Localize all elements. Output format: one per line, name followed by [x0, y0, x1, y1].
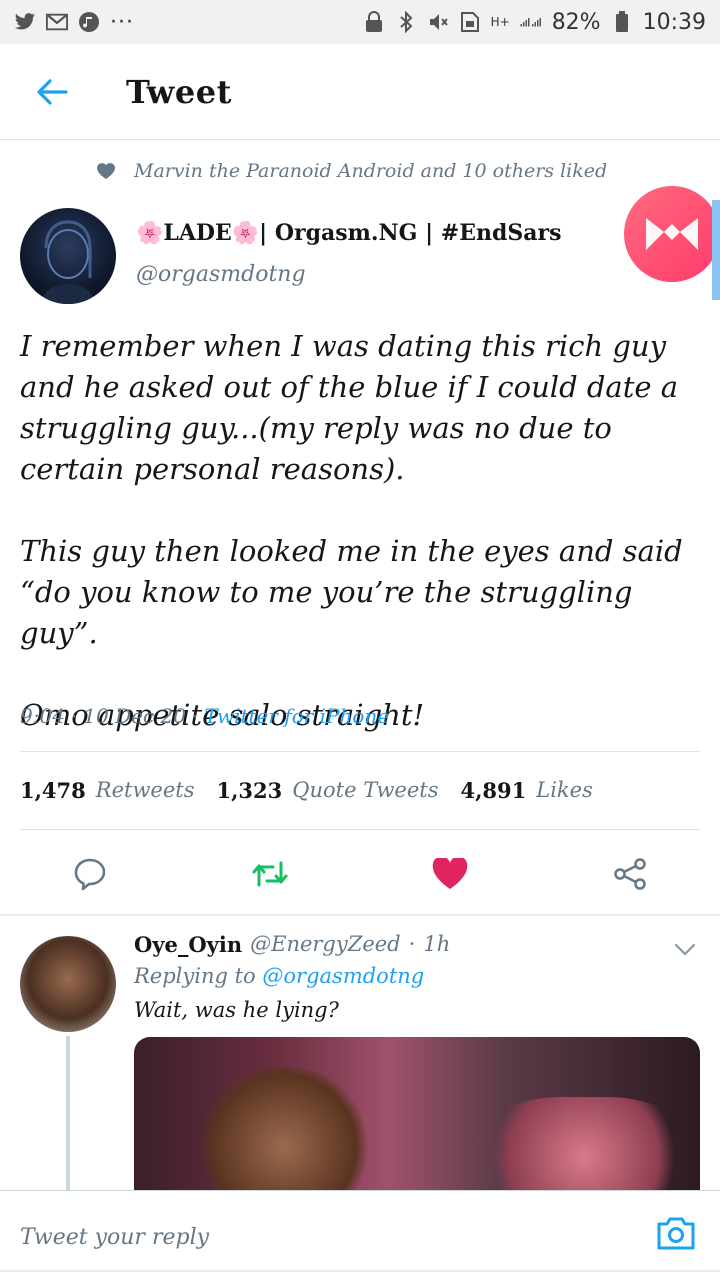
back-arrow-icon — [37, 78, 68, 105]
reply-menu-button[interactable] — [670, 934, 700, 964]
sim-icon — [459, 11, 481, 33]
share-icon — [614, 858, 646, 890]
network-type: H+ — [490, 15, 510, 29]
camera-icon — [657, 1217, 695, 1250]
tweet-date: 10 Dec 20 — [83, 704, 186, 728]
reply-icon — [74, 858, 106, 891]
tweet-text: I remember when I was dating this rich g… — [20, 326, 690, 736]
avatar-illustration — [40, 220, 96, 304]
replying-to-prefix: Replying to — [134, 964, 256, 988]
likes-count: 4,891 — [460, 778, 527, 803]
divider — [20, 751, 700, 752]
tweet-actions — [0, 840, 720, 910]
camera-button[interactable] — [656, 1215, 700, 1255]
reply-author-handle[interactable]: @EnergyZeed — [250, 932, 401, 957]
like-button[interactable] — [426, 850, 474, 898]
tweet-source-link[interactable]: Twitter for iPhone — [204, 704, 389, 728]
battery-percent: 82% — [551, 9, 601, 35]
reply-input[interactable] — [20, 1217, 620, 1257]
floating-app-bubble[interactable] — [624, 186, 720, 282]
tweet-stats: 1,478 Retweets 1,323 Quote Tweets 4,891 … — [20, 778, 593, 803]
reply-header: Oye_Oyin @EnergyZeed · 1h — [134, 932, 450, 957]
reply-separator: · — [408, 932, 416, 956]
heart-filled-icon — [432, 858, 468, 889]
battery-icon — [611, 11, 633, 33]
likes-stat[interactable]: 4,891 Likes — [461, 778, 593, 803]
music-icon — [78, 11, 100, 33]
back-button[interactable] — [22, 62, 82, 122]
tweet-meta: 9:04 · 10 Dec 20 · Twitter for iPhone — [20, 704, 389, 728]
lock-icon — [363, 11, 385, 33]
mute-icon — [427, 11, 449, 33]
reply-media-image[interactable] — [134, 1037, 700, 1197]
retweet-icon — [252, 861, 288, 887]
author-avatar[interactable] — [20, 208, 116, 304]
reply-age: 1h — [423, 932, 451, 956]
replying-to-mention[interactable]: @orgasmdotng — [262, 964, 424, 988]
reply-avatar[interactable] — [20, 936, 116, 1032]
reply-text: Wait, was he lying? — [134, 998, 339, 1022]
replying-to: Replying to @orgasmdotng — [134, 964, 424, 988]
tweet-paragraph: This guy then looked me in the eyes and … — [20, 534, 683, 650]
quote-tweets-label: Quote Tweets — [292, 778, 439, 802]
divider — [20, 829, 700, 830]
more-notifications: ··· — [110, 9, 134, 35]
meta-separator: · — [70, 704, 78, 728]
social-context-text: Marvin the Paranoid Android and 10 other… — [134, 160, 608, 182]
edge-indicator — [712, 200, 720, 300]
retweets-label: Retweets — [95, 778, 195, 802]
retweet-button[interactable] — [246, 850, 294, 898]
chevron-down-icon — [674, 943, 696, 956]
thread-line — [66, 1036, 70, 1196]
compose-bottom-line — [0, 1270, 720, 1272]
musixmatch-icon — [646, 218, 698, 250]
status-bar-left: ··· — [14, 10, 134, 35]
app-header: Tweet — [0, 44, 720, 140]
heart-icon — [97, 163, 115, 179]
reply-compose-bar — [0, 1190, 720, 1280]
clock: 10:39 — [642, 9, 706, 35]
media-background — [474, 1097, 694, 1197]
twitter-icon — [14, 11, 36, 33]
share-button[interactable] — [606, 850, 654, 898]
media-figure — [194, 1067, 374, 1197]
social-context[interactable]: Marvin the Paranoid Android and 10 other… — [96, 160, 607, 182]
status-bar: ··· H+ 82% 10:39 — [0, 0, 720, 44]
author-handle[interactable]: @orgasmdotng — [136, 262, 306, 287]
retweets-count: 1,478 — [20, 778, 86, 803]
meta-separator: · — [191, 704, 199, 728]
section-separator — [0, 914, 720, 916]
gmail-icon — [46, 11, 68, 33]
likes-label: Likes — [536, 778, 593, 802]
signal-icon — [520, 11, 542, 33]
quote-tweets-count: 1,323 — [216, 778, 283, 803]
reply-button[interactable] — [66, 850, 114, 898]
page-title: Tweet — [126, 72, 232, 111]
tweet-time: 9:04 — [20, 704, 65, 728]
status-bar-right: H+ 82% 10:39 — [363, 10, 706, 35]
author-name[interactable]: 🌸LADE🌸| Orgasm.NG | #EndSars — [136, 220, 561, 246]
bluetooth-icon — [395, 11, 417, 33]
reply-author-name[interactable]: Oye_Oyin — [134, 932, 242, 957]
retweets-stat[interactable]: 1,478 Retweets — [20, 778, 195, 803]
quote-tweets-stat[interactable]: 1,323 Quote Tweets — [217, 778, 439, 803]
tweet-paragraph: I remember when I was dating this rich g… — [20, 329, 679, 486]
